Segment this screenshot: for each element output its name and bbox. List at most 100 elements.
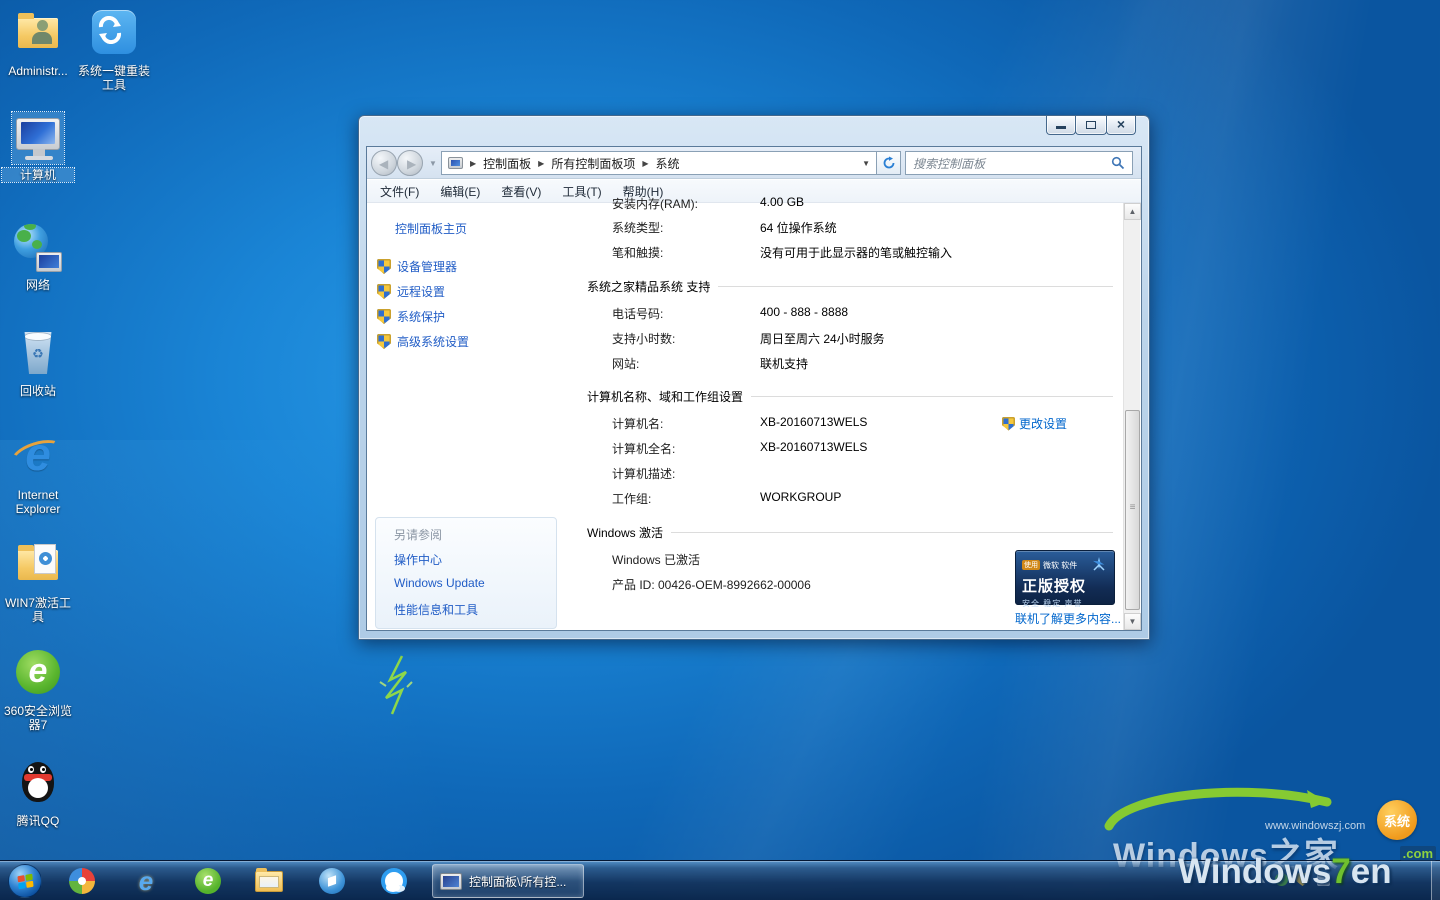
qq-penguin-icon: [12, 758, 64, 810]
row-label: 安装内存(RAM):: [612, 195, 698, 212]
taskbar-icon-explorer[interactable]: [249, 865, 289, 897]
close-button[interactable]: ×: [1106, 116, 1136, 135]
spec-row-system-type: 系统类型: 64 位操作系统: [565, 219, 1123, 237]
taskbar-icon-qq-browser[interactable]: [374, 865, 414, 897]
sidebar-item-action-center[interactable]: 操作中心: [394, 551, 442, 568]
support-row-hours: 支持小时数: 周日至周六 24小时服务: [565, 330, 1123, 348]
watermark-url: www.windowszj.com: [1265, 820, 1365, 832]
desktop-icon-reinstall-tool[interactable]: 系统一键重装工具: [78, 8, 150, 92]
taskbar-icon-internet-explorer[interactable]: e: [126, 865, 166, 897]
see-also-header: 另请参阅: [394, 526, 442, 543]
breadcrumb-control-panel[interactable]: 控制面板: [483, 155, 531, 172]
desktop-icon-label: 系统一键重装工具: [78, 64, 150, 92]
recycle-bin-icon: ♻: [12, 328, 64, 380]
row-label: 计算机全名:: [612, 440, 675, 457]
navigation-bar: ◀ ▶ ▼ ▶ 控制面板 ▶ 所有控制面板项 ▶ 系统 ▼ 搜索控制面板: [367, 147, 1141, 179]
search-icon[interactable]: [1111, 156, 1125, 170]
sidebar-item-advanced-settings[interactable]: 高级系统设置: [377, 333, 469, 350]
desktop-icon-label: 网络: [2, 278, 74, 292]
badge-line1: 微软 软件: [1043, 560, 1077, 571]
taskbar: e e 控制面板\所有控...: [0, 860, 1440, 900]
desktop-icon-computer[interactable]: 计算机: [2, 112, 74, 182]
scrollbar-thumb[interactable]: [1125, 410, 1140, 610]
desktop-icon-label: 腾讯QQ: [2, 814, 74, 828]
cn-row-description: 计算机描述:: [565, 465, 1123, 483]
breadcrumb-system[interactable]: 系统: [656, 155, 680, 172]
support-row-phone: 电话号码: 400 - 888 - 8888: [565, 305, 1123, 323]
taskbar-active-task-control-panel[interactable]: 控制面板\所有控...: [432, 864, 584, 898]
system-window: × ◀ ▶ ▼ ▶ 控制面板 ▶ 所有控制面板项 ▶ 系统 ▼: [358, 115, 1150, 640]
network-icon: [12, 222, 64, 274]
maximize-button[interactable]: [1075, 116, 1107, 135]
sidebar-item-system-protection[interactable]: 系统保护: [377, 308, 445, 325]
back-button[interactable]: ◀: [371, 150, 397, 176]
desktop-icon-win7-activation-tool[interactable]: WIN7激活工具: [2, 540, 74, 624]
search-input[interactable]: 搜索控制面板: [905, 151, 1133, 175]
row-label: 网站:: [612, 355, 639, 372]
show-desktop-button[interactable]: [1431, 861, 1440, 900]
internet-explorer-icon: e: [12, 432, 64, 484]
sidebar-item-label: 远程设置: [397, 283, 445, 300]
sidebar-item-performance-tools[interactable]: 性能信息和工具: [394, 601, 478, 618]
address-dropdown-icon[interactable]: ▼: [862, 159, 870, 168]
tray-expand-icon[interactable]: [1254, 873, 1267, 886]
sidebar-item-device-manager[interactable]: 设备管理器: [377, 258, 457, 275]
row-value: 64 位操作系统: [760, 219, 837, 236]
breadcrumb-all-items[interactable]: 所有控制面板项: [551, 155, 635, 172]
desktop-icon-network[interactable]: 网络: [2, 222, 74, 292]
forward-button[interactable]: ▶: [397, 150, 423, 176]
badge-tag: 使用: [1022, 560, 1040, 570]
reinstall-tool-icon: [88, 8, 140, 60]
tray-shield-icon[interactable]: [1296, 873, 1309, 886]
minimize-button[interactable]: [1046, 116, 1076, 135]
row-label: 计算机名:: [612, 415, 663, 432]
sidebar-item-windows-update[interactable]: Windows Update: [394, 576, 485, 590]
badge-line3: 安全 稳定 声誉: [1022, 598, 1108, 609]
row-value: 周日至周六 24小时服务: [760, 330, 885, 347]
system-tray[interactable]: [1254, 873, 1330, 886]
tray-green-icon[interactable]: [1275, 873, 1288, 886]
address-bar[interactable]: ▶ 控制面板 ▶ 所有控制面板项 ▶ 系统 ▼: [441, 151, 877, 175]
recent-pages-dropdown-icon[interactable]: ▼: [429, 159, 437, 168]
row-value: 400 - 888 - 8888: [760, 305, 848, 319]
desktop-icon-internet-explorer[interactable]: e Internet Explorer: [2, 432, 74, 516]
computer-name-section-header: 计算机名称、域和工作组设置: [587, 388, 1113, 405]
tray-network-icon[interactable]: [1317, 873, 1330, 886]
wallpaper-watermark: www.windowszj.com Windows之家 系统: [1095, 782, 1425, 872]
learn-more-online-link[interactable]: 联机了解更多内容...: [1015, 610, 1121, 627]
taskbar-icon-360-browser[interactable]: e: [188, 865, 228, 897]
desktop-icon-360-browser[interactable]: e 360安全浏览器7: [2, 648, 74, 732]
menu-view[interactable]: 查看(V): [501, 183, 541, 200]
badge-line2: 正版授权: [1022, 575, 1108, 596]
taskbar-icon-compass-browser[interactable]: [312, 865, 352, 897]
desktop-icon-tencent-qq[interactable]: 腾讯QQ: [2, 758, 74, 828]
menu-file[interactable]: 文件(F): [380, 183, 419, 200]
product-id: 产品 ID: 00426-OEM-8992662-00006: [612, 576, 811, 593]
online-support-link[interactable]: 联机支持: [760, 355, 808, 372]
menu-edit[interactable]: 编辑(E): [440, 183, 480, 200]
vertical-scrollbar[interactable]: ▲ ▼: [1123, 203, 1140, 630]
watermark-badge: 系统: [1377, 800, 1417, 840]
desktop-icon-label: 计算机: [2, 168, 74, 182]
sidebar-item-control-panel-home[interactable]: 控制面板主页: [395, 220, 467, 237]
uac-shield-icon: [377, 334, 391, 349]
change-settings-link[interactable]: 更改设置: [1002, 415, 1067, 432]
cn-row-fullname: 计算机全名: XB-20160713WELS: [565, 440, 1123, 458]
scroll-up-icon[interactable]: ▲: [1124, 203, 1141, 220]
sidebar-item-remote-settings[interactable]: 远程设置: [377, 283, 445, 300]
row-value: XB-20160713WELS: [760, 415, 867, 429]
activation-folder-icon: [12, 540, 64, 592]
system-window-icon: [440, 873, 462, 890]
desktop-icon-recycle-bin[interactable]: ♻ 回收站: [2, 328, 74, 398]
scroll-down-icon[interactable]: ▼: [1124, 613, 1141, 630]
row-label: 工作组:: [612, 490, 651, 507]
desktop-icon-label: Administr...: [2, 64, 74, 78]
sidebar-item-label: 设备管理器: [397, 258, 457, 275]
genuine-microsoft-badge[interactable]: 使用 微软 软件 正版授权 安全 稳定 声誉: [1015, 550, 1115, 605]
refresh-button[interactable]: [877, 151, 901, 175]
start-button[interactable]: [8, 864, 42, 898]
computer-icon: [12, 112, 64, 164]
taskbar-icon-software-manager[interactable]: [62, 865, 102, 897]
cn-row-name: 计算机名: XB-20160713WELS 更改设置: [565, 415, 1123, 433]
desktop-icon-administrator[interactable]: Administr...: [2, 8, 74, 78]
